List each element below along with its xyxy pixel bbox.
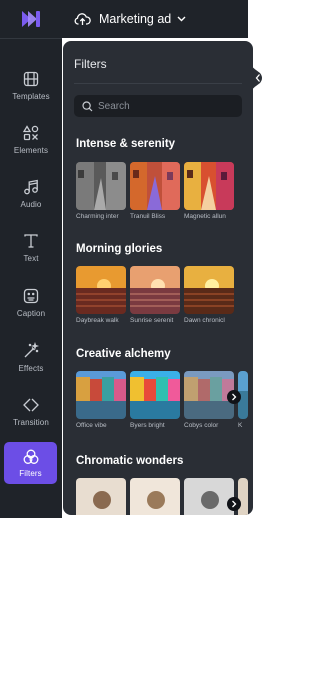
filter-thumbnail[interactable]: Magnetic allun (184, 162, 234, 224)
filter-name: Cobys color (184, 422, 219, 429)
filter-name: Office vibe (76, 422, 107, 429)
shapes-icon (22, 125, 39, 141)
cloud-upload-icon[interactable] (74, 12, 91, 26)
sidebar-item-templates[interactable]: Templates (0, 66, 62, 120)
sidebar-item-audio[interactable]: Audio (0, 174, 62, 228)
thumbnail-image (238, 478, 248, 515)
sidebar-item-label: Elements (13, 146, 49, 155)
filter-thumbnail[interactable]: K (238, 371, 248, 433)
transition-icon (23, 398, 39, 412)
sidebar-item-label: Transition (13, 418, 49, 427)
section-title: Morning glories (76, 243, 163, 255)
filter-thumbnail[interactable] (184, 478, 234, 515)
filter-name: Byers bright (130, 422, 165, 429)
search-box[interactable] (74, 95, 242, 117)
thumbnail-image (130, 478, 180, 515)
filter-name: Dawn chronicl (184, 317, 225, 324)
filter-name: Tranuil Bliss (130, 213, 166, 220)
section-title: Intense & serenity (76, 138, 176, 150)
sidebar-item-filters[interactable]: Filters (4, 442, 57, 484)
filter-thumbnail[interactable]: Byers bright (130, 371, 180, 433)
sidebar-item-label: Filters (19, 469, 42, 478)
sidebar-item-label: Templates (12, 92, 50, 101)
thumbnail-image (76, 266, 126, 314)
sidebar-item-label: Audio (20, 200, 42, 209)
section-title: Chromatic wonders (76, 455, 184, 467)
sidebar-item-caption[interactable]: Caption (0, 283, 62, 337)
thumbnail-image (76, 371, 126, 419)
filter-row-chromatic-wonders (76, 478, 253, 515)
filter-name: Sunrise serenit (130, 317, 174, 324)
sidebar-item-effects[interactable]: Effects (0, 338, 62, 392)
filter-row-morning-glories: Daybreak walk Sunrise serenit Dawn chron… (76, 266, 253, 328)
filter-row-intense-serenity: Charming inter Tranuil Bliss Magnetic al… (76, 162, 253, 224)
filter-thumbnail[interactable]: Tranuil Bliss (130, 162, 180, 224)
filter-thumbnail[interactable]: Office vibe (76, 371, 126, 433)
filter-name: Magnetic allun (184, 213, 226, 220)
sidebar-item-label: Effects (18, 364, 44, 373)
sidebar-item-label: Caption (16, 309, 46, 318)
chevron-right-icon (232, 393, 237, 401)
thumbnail-image (130, 371, 180, 419)
chevron-down-icon[interactable] (177, 16, 186, 22)
filter-thumbnail[interactable]: Cobys color (184, 371, 234, 433)
left-sidebar: Templates Elements Audio Text Caption Ef… (0, 0, 62, 518)
filter-thumbnail[interactable] (76, 478, 126, 515)
film-icon (23, 71, 39, 87)
search-input[interactable] (98, 100, 228, 112)
sidebar-item-elements[interactable]: Elements (0, 120, 62, 174)
section-title: Creative alchemy (76, 348, 171, 360)
top-bar: Marketing ad (62, 0, 248, 38)
filters-panel: Filters Intense & serenity Charming inte… (63, 41, 253, 515)
text-t-icon (24, 234, 38, 248)
filter-thumbnail[interactable]: Sunrise serenit (130, 266, 180, 328)
filter-thumbnail[interactable]: Daybreak walk (76, 266, 126, 328)
magic-wand-icon (24, 342, 40, 358)
filter-name: K (238, 422, 243, 429)
thumbnail-image (184, 478, 234, 515)
sidebar-item-text[interactable]: Text (0, 228, 62, 282)
panel-title: Filters (74, 57, 107, 71)
sidebar-divider (0, 38, 62, 39)
filter-row-creative-alchemy: Office vibe Byers bright Cobys color K (76, 371, 253, 433)
filter-thumbnail[interactable] (130, 478, 180, 515)
chevron-right-icon (232, 500, 237, 508)
thumbnail-image (184, 162, 234, 210)
thumbnail-image (76, 162, 126, 210)
search-icon (82, 100, 93, 111)
filter-name: Charming inter (76, 213, 119, 220)
project-title[interactable]: Marketing ad (99, 12, 171, 26)
filters-icon (23, 449, 38, 464)
thumbnail-image (184, 266, 234, 314)
scroll-next-button[interactable] (227, 390, 241, 404)
thumbnail-image (76, 478, 126, 515)
caption-icon (23, 288, 39, 304)
scroll-next-button[interactable] (227, 497, 241, 511)
thumbnail-image (130, 162, 180, 210)
thumbnail-image (130, 266, 180, 314)
panel-divider (74, 83, 242, 84)
app-logo-icon[interactable] (21, 10, 41, 28)
filter-name: Daybreak walk (76, 317, 119, 324)
sidebar-item-label: Text (23, 254, 39, 263)
filter-thumbnail[interactable]: Dawn chronicl (184, 266, 234, 328)
filter-thumbnail[interactable] (238, 478, 248, 515)
filter-thumbnail[interactable]: Charming inter (76, 162, 126, 224)
sidebar-item-transition[interactable]: Transition (0, 392, 62, 446)
music-note-icon (24, 179, 38, 195)
